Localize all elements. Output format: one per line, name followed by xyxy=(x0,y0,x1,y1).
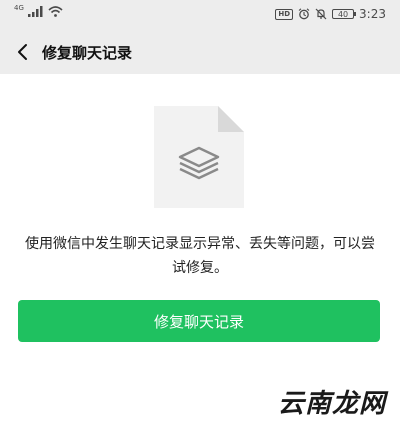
alarm-icon xyxy=(298,8,310,20)
chevron-left-icon xyxy=(18,44,27,60)
nav-bar: 修复聊天记录 xyxy=(0,30,400,74)
mute-icon xyxy=(315,8,327,20)
signal-icon xyxy=(27,6,43,17)
repair-chat-history-button[interactable]: 修复聊天记录 xyxy=(18,300,380,342)
signal-type-label: 4G xyxy=(14,4,24,12)
watermark-logo: 云南龙网 xyxy=(277,389,386,419)
page-title: 修复聊天记录 xyxy=(42,44,133,62)
wifi-icon xyxy=(48,6,63,17)
battery-icon: 40 xyxy=(332,9,357,19)
screen: 4G HD 40 3:23 修复聊天记录 使用微信中发生聊天记录显示异常、丢失等… xyxy=(0,0,400,432)
description-text: 使用微信中发生聊天记录显示异常、丢失等问题，可以尝试修复。 xyxy=(25,236,375,276)
status-left: 4G xyxy=(14,4,63,17)
document-layers-icon xyxy=(154,106,244,208)
status-bar: 4G HD 40 3:23 xyxy=(0,0,400,30)
status-time: 3:23 xyxy=(359,7,386,21)
status-right: HD 40 3:23 xyxy=(275,7,386,21)
main-content: 使用微信中发生聊天记录显示异常、丢失等问题，可以尝试修复。 修复聊天记录 云南龙… xyxy=(0,74,400,432)
hd-badge: HD xyxy=(275,8,294,20)
back-button[interactable] xyxy=(8,38,36,66)
